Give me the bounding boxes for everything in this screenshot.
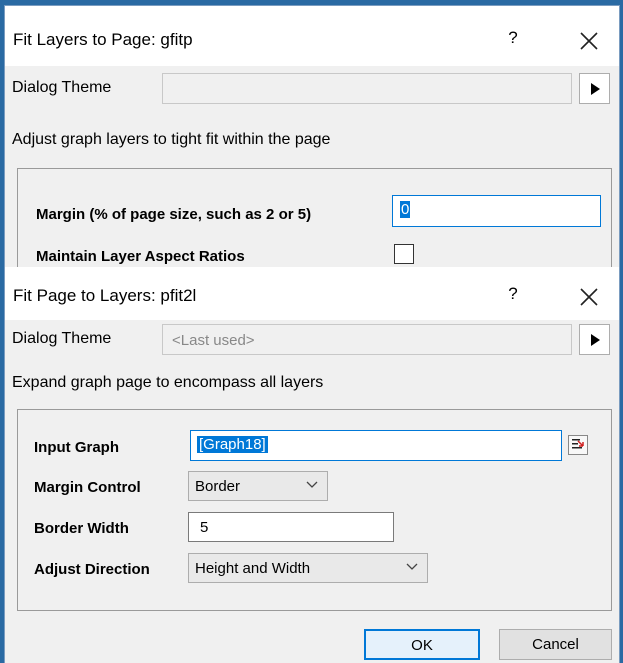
fit-page-to-layers-dialog: Fit Page to Layers: pfit2l ? Dialog Them… [4, 267, 620, 663]
help-button[interactable]: ? [503, 28, 523, 48]
border-width-label: Border Width [34, 520, 129, 537]
settings-group: Margin (% of page size, such as 2 or 5) … [17, 168, 612, 278]
dialog-theme-label: Dialog Theme [12, 330, 112, 347]
close-icon[interactable] [578, 286, 600, 308]
graph-picker-icon[interactable] [568, 435, 588, 455]
play-arrow-icon[interactable] [579, 73, 610, 104]
dialog-theme-field[interactable] [162, 73, 572, 104]
dialog-titlebar[interactable]: Fit Page to Layers: pfit2l ? [5, 267, 619, 320]
fit-layers-to-page-dialog: Fit Layers to Page: gfitp ? Dialog Theme… [4, 5, 620, 278]
input-graph-label: Input Graph [34, 439, 119, 456]
dialog-description: Expand graph page to encompass all layer… [12, 374, 324, 391]
margin-control-dropdown[interactable]: Border [188, 471, 328, 501]
margin-input[interactable]: 0 [392, 195, 601, 227]
dialog-title: Fit Page to Layers: pfit2l [13, 286, 197, 305]
margin-control-label: Margin Control [34, 479, 141, 496]
chevron-down-icon [305, 478, 319, 496]
dialog-titlebar[interactable]: Fit Layers to Page: gfitp ? [5, 6, 619, 66]
margin-label: Margin (% of page size, such as 2 or 5) [36, 206, 312, 223]
dialog-description: Adjust graph layers to tight fit within … [12, 131, 331, 148]
chevron-down-icon [405, 560, 419, 578]
dialog-theme-label: Dialog Theme [12, 79, 112, 96]
input-graph-field[interactable]: [Graph18] [190, 430, 562, 461]
aspect-ratio-label: Maintain Layer Aspect Ratios [36, 248, 245, 265]
ok-button[interactable]: OK [364, 629, 480, 660]
border-width-input[interactable]: 5 [188, 512, 394, 542]
help-button[interactable]: ? [503, 284, 523, 304]
play-arrow-icon[interactable] [579, 324, 610, 355]
settings-group: Input Graph [Graph18] Margin Control Bor… [17, 409, 612, 611]
adjust-direction-label: Adjust Direction [34, 561, 150, 578]
dialog-theme-field[interactable]: <Last used> [162, 324, 572, 355]
dialog-title: Fit Layers to Page: gfitp [13, 30, 193, 49]
close-icon[interactable] [578, 30, 600, 52]
aspect-ratio-checkbox[interactable] [394, 244, 414, 264]
adjust-direction-dropdown[interactable]: Height and Width [188, 553, 428, 583]
cancel-button[interactable]: Cancel [499, 629, 612, 660]
